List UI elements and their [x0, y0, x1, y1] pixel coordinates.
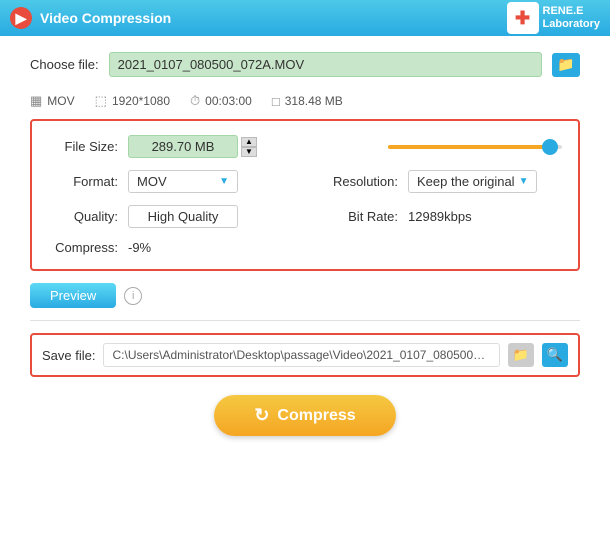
filesize-row: File Size: 289.70 MB ▲ ▼ — [48, 135, 562, 158]
quality-select[interactable]: High Quality — [128, 205, 238, 228]
file-size-info: □ 318.48 MB — [272, 94, 343, 109]
duration-icon: ⏱ — [190, 93, 200, 109]
spinner-up-button[interactable]: ▲ — [241, 137, 257, 147]
app-title: Video Compression — [40, 10, 171, 26]
bottom-bar: ↻ Compress — [30, 389, 580, 436]
filesize-input[interactable]: 289.70 MB — [128, 135, 238, 158]
file-format-info: ▦ MOV — [30, 93, 75, 109]
compress-value: -9% — [128, 240, 151, 255]
quality-col: Quality: High Quality — [48, 205, 288, 228]
compress-button-label: Compress — [277, 407, 355, 425]
compress-label: Compress: — [48, 240, 118, 255]
slider-track[interactable] — [388, 145, 562, 149]
format-icon: ▦ — [30, 93, 42, 109]
format-select[interactable]: MOV ▼ — [128, 170, 238, 193]
title-bar: ▶ Video Compression ✚ RENE.E Laboratory — [0, 0, 610, 36]
save-file-row: Save file: C:\Users\Administrator\Deskto… — [42, 343, 568, 367]
resolution-icon: ⬚ — [95, 93, 107, 109]
compress-main-button[interactable]: ↻ Compress — [214, 395, 395, 436]
file-resolution-info: ⬚ 1920*1080 — [95, 93, 170, 109]
filesize-spinner: ▲ ▼ — [241, 137, 257, 157]
format-arrow-icon: ▼ — [219, 176, 229, 187]
main-content: Choose file: 2021_0107_080500_072A.MOV 📁… — [0, 36, 610, 560]
save-file-panel: Save file: C:\Users\Administrator\Deskto… — [30, 333, 580, 377]
format-resolution-row: Format: MOV ▼ Resolution: Keep the origi… — [48, 170, 562, 193]
spinner-down-button[interactable]: ▼ — [241, 147, 257, 157]
quality-bitrate-row: Quality: High Quality Bit Rate: 12989kbp… — [48, 205, 562, 228]
resolution-col: Resolution: Keep the original ▼ — [308, 170, 562, 193]
folder-icon: 📁 — [557, 56, 574, 73]
logo-area: ✚ RENE.E Laboratory — [507, 2, 600, 34]
format-col: Format: MOV ▼ — [48, 170, 288, 193]
file-info-row: ▦ MOV ⬚ 1920*1080 ⏱ 00:03:00 □ 318.48 MB — [30, 89, 580, 119]
search-icon: 🔍 — [547, 347, 563, 363]
save-folder-button[interactable]: 📁 — [508, 343, 534, 367]
preview-button[interactable]: Preview — [30, 283, 116, 308]
format-label: Format: — [48, 174, 118, 189]
choose-file-label: Choose file: — [30, 57, 99, 72]
resolution-label: Resolution: — [308, 174, 398, 189]
save-file-input[interactable]: C:\Users\Administrator\Desktop\passage\V… — [103, 343, 500, 367]
bitrate-col: Bit Rate: 12989kbps — [308, 209, 562, 224]
compress-info-row: Compress: -9% — [48, 240, 562, 255]
logo-text: RENE.E Laboratory — [543, 5, 600, 31]
divider — [30, 320, 580, 321]
slider-thumb[interactable] — [542, 139, 558, 155]
quality-label: Quality: — [48, 209, 118, 224]
save-file-label: Save file: — [42, 348, 95, 363]
preview-row: Preview i — [30, 283, 580, 308]
resolution-select[interactable]: Keep the original ▼ — [408, 170, 537, 193]
info-circle-icon[interactable]: i — [124, 287, 142, 305]
settings-panel: File Size: 289.70 MB ▲ ▼ Format: MOV — [30, 119, 580, 271]
filesize-label: File Size: — [48, 139, 118, 154]
choose-file-row: Choose file: 2021_0107_080500_072A.MOV 📁 — [30, 48, 580, 81]
save-folder-icon: 📁 — [513, 347, 529, 363]
compress-rotate-icon: ↻ — [254, 405, 269, 426]
format-value: MOV — [137, 174, 167, 189]
file-format-value: MOV — [47, 94, 74, 108]
file-duration-value: 00:03:00 — [205, 94, 252, 108]
filesize-slider-container — [388, 145, 562, 149]
file-resolution-value: 1920*1080 — [112, 94, 170, 108]
choose-folder-button[interactable]: 📁 — [552, 53, 580, 77]
choose-file-input[interactable]: 2021_0107_080500_072A.MOV — [109, 52, 542, 77]
file-duration-info: ⏱ 00:03:00 — [190, 93, 252, 109]
file-size-value: 318.48 MB — [285, 94, 343, 108]
save-search-button[interactable]: 🔍 — [542, 343, 568, 367]
app-icon: ▶ — [10, 7, 32, 29]
bitrate-value: 12989kbps — [408, 209, 472, 224]
filesize-icon: □ — [272, 94, 280, 109]
resolution-arrow-icon: ▼ — [519, 176, 529, 187]
resolution-value: Keep the original — [417, 174, 515, 189]
logo-icon: ✚ — [507, 2, 539, 34]
bitrate-label: Bit Rate: — [308, 209, 398, 224]
